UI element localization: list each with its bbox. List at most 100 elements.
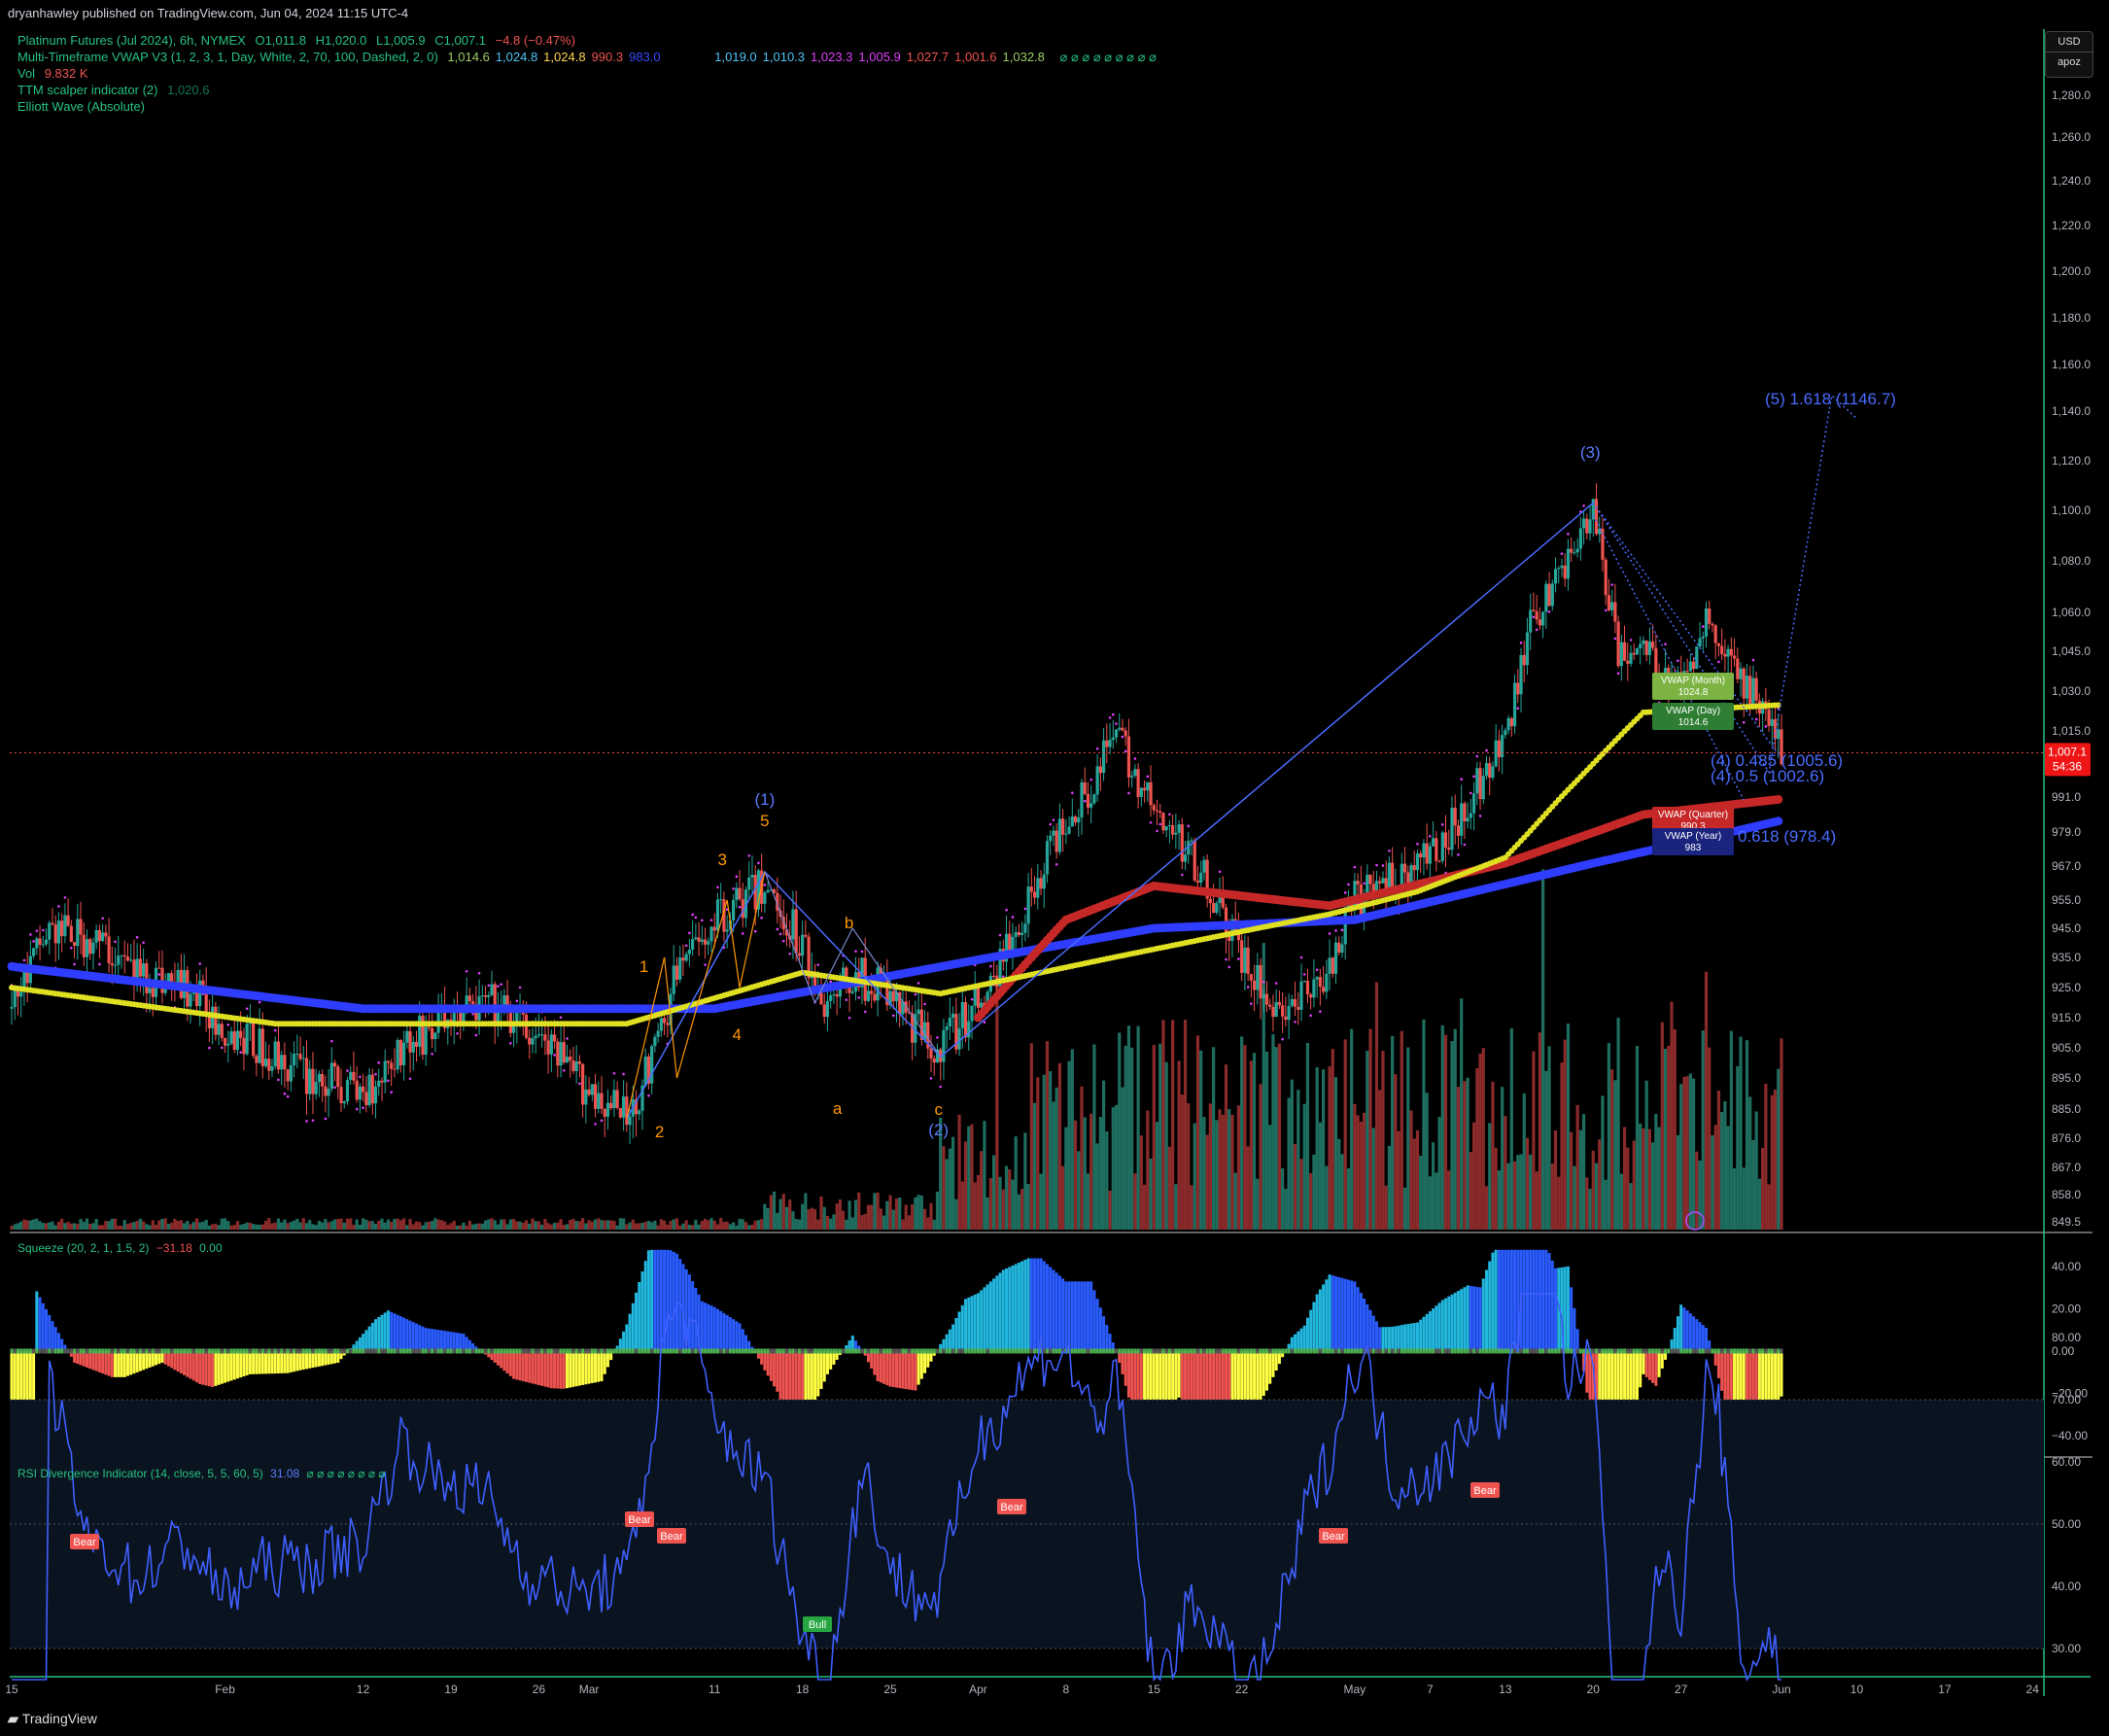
ttm-dot xyxy=(1149,820,1153,824)
volume-bar xyxy=(1039,1173,1043,1230)
volume-bar xyxy=(1698,1160,1702,1230)
squeeze-dot xyxy=(976,1348,980,1354)
squeeze-bar xyxy=(603,1351,606,1374)
volume-bar xyxy=(1359,1121,1363,1230)
squeeze-dot xyxy=(45,1348,49,1354)
ttm-dot xyxy=(57,905,60,908)
candle-body xyxy=(377,1080,381,1087)
squeeze-dot xyxy=(1422,1348,1426,1354)
volume-bar xyxy=(1378,1090,1382,1230)
squeeze-dot xyxy=(653,1348,657,1354)
volume-bar xyxy=(1412,1138,1416,1230)
volume-bar xyxy=(1651,1142,1655,1230)
candle-body xyxy=(129,959,133,961)
volume-bar xyxy=(217,1225,221,1230)
volume-bar xyxy=(1277,1043,1282,1230)
ttm-dot xyxy=(1083,799,1087,803)
volume-bar xyxy=(1570,1131,1573,1230)
squeeze-dot xyxy=(556,1348,560,1354)
volume-bar xyxy=(832,1214,836,1230)
scale-label[interactable]: apoz xyxy=(2046,52,2092,68)
squeeze-dot xyxy=(942,1348,946,1354)
candle-body xyxy=(1557,568,1561,570)
squeeze-bar xyxy=(508,1351,512,1376)
squeeze-dot xyxy=(776,1348,779,1354)
volume-bar xyxy=(1447,1170,1451,1230)
squeeze-dot xyxy=(317,1348,321,1354)
squeeze-dot xyxy=(345,1348,349,1354)
candle-body xyxy=(1512,682,1517,727)
squeeze-bar xyxy=(669,1250,673,1351)
squeeze-dot xyxy=(474,1348,478,1354)
candle-body xyxy=(543,1034,547,1041)
ttm-dot xyxy=(1616,672,1620,676)
ttm-dot xyxy=(305,1120,308,1123)
squeeze-dot xyxy=(882,1348,886,1354)
volume-bar xyxy=(1601,1095,1605,1230)
ttm-dot xyxy=(1315,968,1319,972)
price-tick-label: 935.0 xyxy=(2052,951,2081,964)
squeeze-bar xyxy=(1271,1351,1275,1377)
volume-bar xyxy=(88,1223,92,1230)
volume-bar xyxy=(1202,1117,1206,1230)
squeeze-dot xyxy=(132,1348,136,1354)
squeeze-dot xyxy=(1529,1348,1533,1354)
candle-body xyxy=(1651,642,1655,648)
legend-vwap-value2-3: 1,005.9 xyxy=(858,50,901,64)
squeeze-dot xyxy=(923,1348,927,1354)
candle-body xyxy=(317,1073,322,1083)
volume-bar xyxy=(879,1208,882,1230)
volume-bar xyxy=(398,1220,402,1230)
squeeze-dot xyxy=(97,1348,101,1354)
squeeze-bar xyxy=(700,1301,704,1351)
price-tick-label: 867.0 xyxy=(2052,1161,2081,1174)
volume-bar xyxy=(735,1225,739,1230)
squeeze-bar xyxy=(1177,1351,1181,1398)
currency-button[interactable]: USD apoz xyxy=(2045,31,2093,78)
candle-body xyxy=(638,1110,641,1115)
ttm-dot xyxy=(1187,824,1191,828)
candle-body xyxy=(549,1034,553,1055)
squeeze-bar xyxy=(1274,1351,1278,1371)
volume-bar xyxy=(1252,1053,1257,1230)
volume-bar xyxy=(935,1191,940,1230)
candle-body xyxy=(1284,1016,1288,1021)
squeeze-bar xyxy=(1541,1249,1545,1351)
squeeze-bar xyxy=(1692,1316,1696,1351)
squeeze-bar xyxy=(1174,1351,1178,1401)
ttm-dot xyxy=(847,1016,851,1020)
volume-bar xyxy=(324,1219,328,1230)
squeeze-bar xyxy=(1124,1351,1127,1386)
tradingview-footer[interactable]: ▰ TradingView xyxy=(8,1711,97,1727)
candle-body xyxy=(101,932,105,942)
volume-bar xyxy=(743,1222,748,1230)
volume-bar xyxy=(638,1223,641,1230)
squeeze-dot xyxy=(916,1348,920,1354)
candle-body xyxy=(1328,957,1331,974)
squeeze-dot xyxy=(842,1348,846,1354)
squeeze-bar xyxy=(242,1351,246,1377)
volume-bar xyxy=(1305,1042,1310,1230)
squeeze-dot xyxy=(919,1348,923,1354)
price-tick-label: 1,260.0 xyxy=(2052,130,2091,144)
candle-body xyxy=(1642,640,1645,644)
squeeze-dot xyxy=(1635,1348,1639,1354)
volume-bar xyxy=(948,1148,951,1230)
volume-bar xyxy=(926,1217,930,1230)
volume-bar xyxy=(97,1225,102,1230)
candle-body xyxy=(709,926,713,942)
volume-bar xyxy=(781,1194,785,1230)
squeeze-dot xyxy=(1705,1348,1709,1354)
squeeze-dot xyxy=(1673,1348,1677,1354)
volume-bar xyxy=(998,1176,1002,1230)
volume-bar xyxy=(1716,1090,1721,1230)
volume-bar xyxy=(433,1218,437,1230)
volume-bar xyxy=(646,1221,651,1230)
candle-body xyxy=(835,993,839,997)
squeeze-bar xyxy=(1121,1351,1124,1374)
squeeze-dot xyxy=(179,1348,183,1354)
candle-body xyxy=(559,1042,563,1066)
candle-body xyxy=(1475,768,1479,794)
volume-bar xyxy=(772,1191,777,1230)
squeeze-dot xyxy=(1595,1348,1599,1354)
